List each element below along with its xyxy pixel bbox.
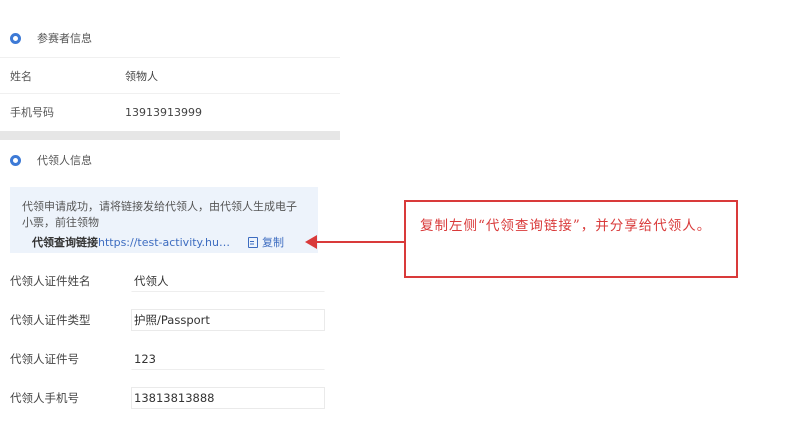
proxy-id-name-label: 代领人证件姓名 <box>10 274 91 288</box>
section-divider <box>0 131 340 140</box>
participant-section-title: 参赛者信息 <box>37 32 92 45</box>
proxy-link-label: 代领查询链接 <box>32 236 98 249</box>
proxy-phone-row: 代领人手机号 <box>0 378 340 418</box>
participant-name-value: 领物人 <box>125 70 158 83</box>
annotation-callout: 复制左侧“代领查询链接”，并分享给代领人。 <box>404 200 738 278</box>
proxy-id-name-row: 代领人证件姓名 <box>0 261 340 301</box>
section-bullet-icon <box>10 32 21 44</box>
participant-phone-label: 手机号码 <box>10 106 54 119</box>
proxy-id-type-select[interactable] <box>131 309 325 331</box>
proxy-link-url[interactable]: https://test-activity.huod... <box>98 236 236 249</box>
proxy-link-line: 代领查询链接 https://test-activity.huod... 复制 <box>32 234 312 250</box>
proxy-section-title: 代领人信息 <box>37 154 92 167</box>
annotation-text: 复制左侧“代领查询链接”，并分享给代领人。 <box>420 218 712 234</box>
participant-name-label: 姓名 <box>10 70 32 83</box>
annotation-arrow-icon <box>305 235 405 249</box>
section-bullet-icon <box>10 154 21 166</box>
proxy-phone-input[interactable] <box>131 387 325 409</box>
proxy-id-type-label: 代领人证件类型 <box>10 313 91 327</box>
proxy-section-header: 代领人信息 <box>0 140 340 180</box>
proxy-id-name-input[interactable] <box>131 270 325 292</box>
copy-link-button[interactable]: 复制 <box>248 234 284 250</box>
proxy-notice-text: 代领申请成功，请将链接发给代领人，由代领人生成电子小票，前往领物 <box>22 200 297 229</box>
proxy-id-number-label: 代领人证件号 <box>10 352 79 366</box>
participant-name-row: 姓名 领物人 <box>0 58 340 94</box>
claim-info-panel: 参赛者信息 姓名 领物人 手机号码 13913913999 代领人信息 代领申请… <box>0 0 340 430</box>
proxy-id-number-input[interactable] <box>131 348 325 370</box>
copy-icon <box>248 236 258 248</box>
proxy-id-type-row: 代领人证件类型 <box>0 300 340 340</box>
participant-phone-value: 13913913999 <box>125 105 202 119</box>
copy-button-label: 复制 <box>262 236 284 249</box>
participant-phone-row: 手机号码 13913913999 <box>0 94 340 130</box>
participant-section-header: 参赛者信息 <box>0 18 340 58</box>
proxy-phone-label: 代领人手机号 <box>10 391 79 405</box>
proxy-id-number-row: 代领人证件号 <box>0 339 340 379</box>
